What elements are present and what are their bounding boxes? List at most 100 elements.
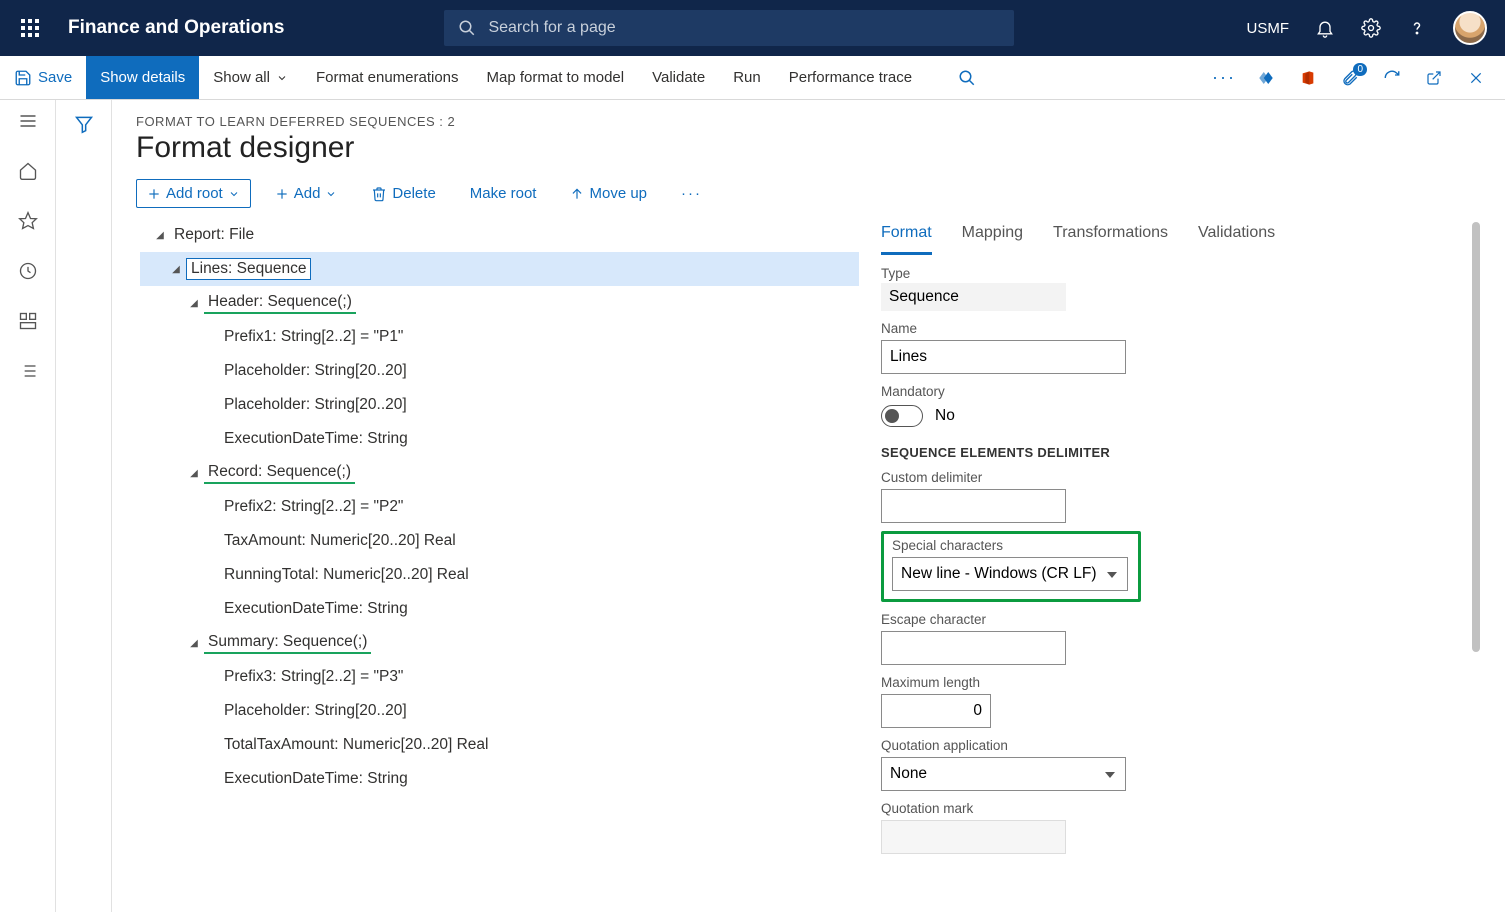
name-label: Name (881, 321, 1481, 336)
validate-button[interactable]: Validate (638, 56, 719, 99)
company-picker[interactable]: USMF (1247, 20, 1290, 37)
tree-node-report[interactable]: ◢Report: File (140, 218, 859, 252)
search-icon (958, 69, 976, 87)
map-format-to-model-button[interactable]: Map format to model (473, 56, 639, 99)
grid-icon (18, 311, 38, 331)
global-search[interactable]: Search for a page (444, 10, 1014, 46)
save-icon (14, 69, 32, 87)
refresh-button[interactable] (1383, 69, 1401, 87)
scrollbar-thumb[interactable] (1472, 222, 1480, 652)
notifications-button[interactable] (1315, 18, 1335, 38)
nav-modules-button[interactable] (17, 360, 39, 382)
filter-button[interactable] (74, 114, 94, 912)
format-enumerations-button[interactable]: Format enumerations (302, 56, 473, 99)
home-icon (18, 161, 38, 181)
escape-character-label: Escape character (881, 612, 1481, 627)
mandatory-value: No (935, 407, 955, 425)
nav-favorites-button[interactable] (17, 210, 39, 232)
arrow-up-icon (570, 187, 584, 201)
list-icon (18, 361, 38, 381)
tree-node-leaf[interactable]: TotalTaxAmount: Numeric[20..20] Real (140, 728, 859, 762)
tree-node-leaf[interactable]: TaxAmount: Numeric[20..20] Real (140, 524, 859, 558)
tab-validations[interactable]: Validations (1198, 218, 1275, 255)
office-button[interactable] (1299, 69, 1317, 87)
quotation-mark-input[interactable] (881, 820, 1066, 854)
nav-recent-button[interactable] (17, 260, 39, 282)
panel-scrollbar[interactable] (1471, 218, 1481, 912)
delete-button[interactable]: Delete (361, 180, 445, 207)
show-details-button[interactable]: Show details (86, 56, 199, 99)
move-up-button[interactable]: Move up (560, 180, 657, 207)
quotation-application-select[interactable]: None (881, 757, 1126, 791)
tab-transformations[interactable]: Transformations (1053, 218, 1168, 255)
help-button[interactable] (1407, 18, 1427, 38)
app-title: Finance and Operations (68, 17, 284, 39)
tree-node-leaf[interactable]: Prefix2: String[2..2] = "P2" (140, 490, 859, 524)
tree-node-record[interactable]: ◢Record: Sequence(;) (140, 456, 859, 490)
run-button[interactable]: Run (719, 56, 775, 99)
tree-node-leaf[interactable]: Placeholder: String[20..20] (140, 354, 859, 388)
nav-workspaces-button[interactable] (17, 310, 39, 332)
tree-node-leaf[interactable]: ExecutionDateTime: String (140, 422, 859, 456)
find-button[interactable] (944, 56, 990, 99)
save-button[interactable]: Save (0, 56, 86, 99)
gear-icon (1361, 18, 1381, 38)
tree-node-leaf[interactable]: Prefix1: String[2..2] = "P1" (140, 320, 859, 354)
bell-icon (1315, 18, 1335, 38)
powerapps-button[interactable] (1257, 69, 1275, 87)
more-button[interactable]: ··· (1215, 69, 1233, 87)
ellipsis-icon: ··· (681, 185, 702, 202)
close-icon (1468, 70, 1484, 86)
add-button[interactable]: Add (265, 180, 348, 207)
tree-node-leaf[interactable]: Prefix3: String[2..2] = "P3" (140, 660, 859, 694)
tree-node-summary[interactable]: ◢Summary: Sequence(;) (140, 626, 859, 660)
make-root-button[interactable]: Make root (460, 180, 547, 207)
tree-node-leaf[interactable]: RunningTotal: Numeric[20..20] Real (140, 558, 859, 592)
nav-collapse-button[interactable] (17, 110, 39, 132)
add-root-button[interactable]: Add root (136, 179, 251, 208)
trash-icon (371, 186, 387, 202)
tab-mapping[interactable]: Mapping (962, 218, 1023, 255)
waffle-icon (21, 19, 39, 37)
designer-more-button[interactable]: ··· (671, 180, 712, 207)
breadcrumb: FORMAT TO LEARN DEFERRED SEQUENCES : 2 (136, 114, 1481, 129)
name-input[interactable] (881, 340, 1126, 374)
performance-trace-button[interactable]: Performance trace (775, 56, 926, 99)
page-title: Format designer (136, 131, 1481, 165)
format-tree[interactable]: ◢Report: File ◢Lines: Sequence ◢Header: … (136, 218, 871, 912)
tab-format[interactable]: Format (881, 218, 932, 255)
nav-home-button[interactable] (17, 160, 39, 182)
tree-node-leaf[interactable]: ExecutionDateTime: String (140, 592, 859, 626)
attachments-button[interactable]: 0 (1341, 69, 1359, 87)
designer-split: ◢Report: File ◢Lines: Sequence ◢Header: … (136, 218, 1481, 912)
show-all-label: Show all (213, 69, 270, 86)
quotation-mark-label: Quotation mark (881, 801, 1481, 816)
mandatory-label: Mandatory (881, 384, 1481, 399)
tree-node-leaf[interactable]: Placeholder: String[20..20] (140, 388, 859, 422)
attachments-badge: 0 (1353, 63, 1367, 76)
maximum-length-input[interactable] (881, 694, 991, 728)
maximum-length-label: Maximum length (881, 675, 1481, 690)
escape-character-input[interactable] (881, 631, 1066, 665)
close-button[interactable] (1467, 69, 1485, 87)
custom-delimiter-input[interactable] (881, 489, 1066, 523)
tree-node-header[interactable]: ◢Header: Sequence(;) (140, 286, 859, 320)
special-characters-select[interactable]: New line - Windows (CR LF) (892, 557, 1128, 591)
tree-node-lines[interactable]: ◢Lines: Sequence (140, 252, 859, 286)
quotation-application-label: Quotation application (881, 738, 1481, 753)
navigation-rail (0, 100, 56, 912)
tree-node-leaf[interactable]: ExecutionDateTime: String (140, 762, 859, 796)
user-avatar[interactable] (1453, 11, 1487, 45)
designer-toolbar: Add root Add Delete Make root Move up ··… (136, 179, 1481, 208)
app-launcher-button[interactable] (10, 8, 50, 48)
global-header: Finance and Operations Search for a page… (0, 0, 1505, 56)
tree-node-leaf[interactable]: Placeholder: String[20..20] (140, 694, 859, 728)
show-all-button[interactable]: Show all (199, 56, 302, 99)
settings-button[interactable] (1361, 18, 1381, 38)
mandatory-toggle[interactable] (881, 405, 923, 427)
popout-button[interactable] (1425, 69, 1443, 87)
plus-icon (275, 187, 289, 201)
page-body: FORMAT TO LEARN DEFERRED SEQUENCES : 2 F… (0, 100, 1505, 912)
save-label: Save (38, 69, 72, 86)
main-content: FORMAT TO LEARN DEFERRED SEQUENCES : 2 F… (112, 100, 1505, 912)
